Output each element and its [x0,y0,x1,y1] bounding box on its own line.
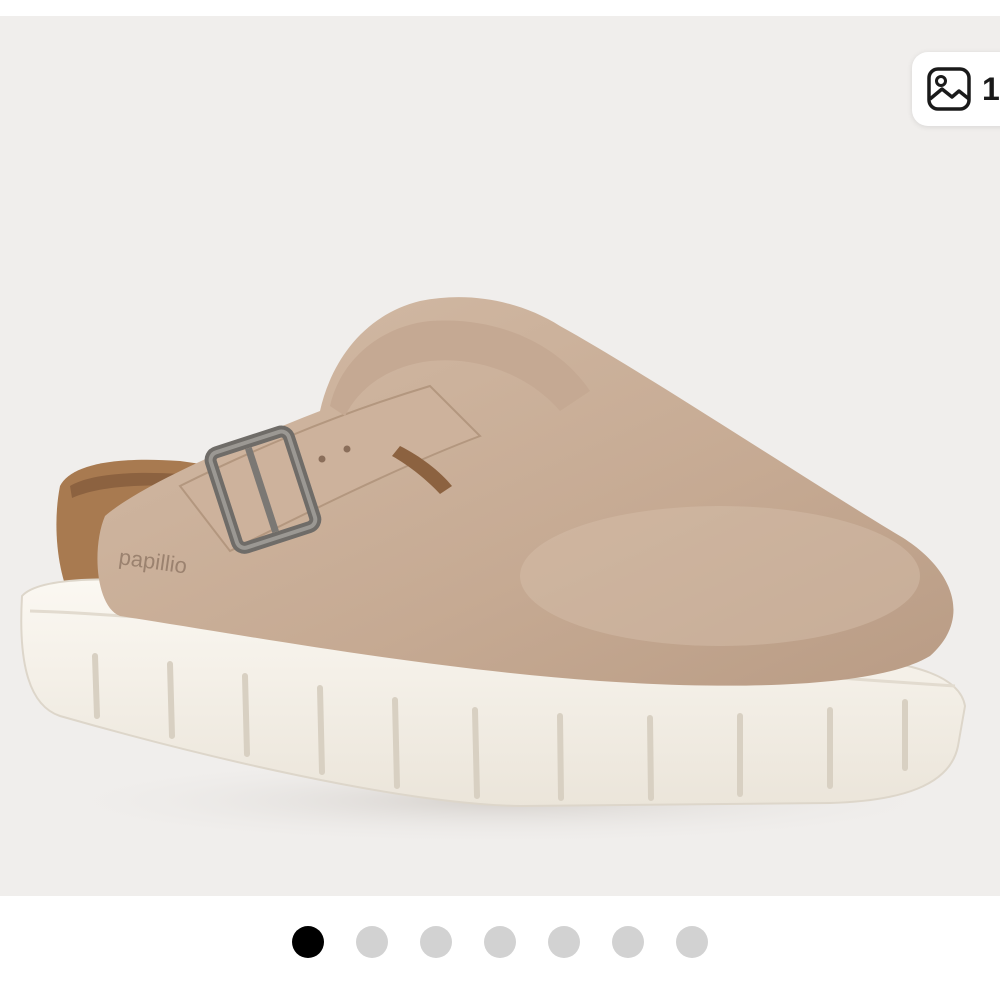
pagination-dot-1[interactable] [292,926,324,958]
photo-count: 1 [982,70,1000,107]
pagination-dots [0,924,1000,960]
photo-counter[interactable]: 1 [912,52,1000,126]
pagination-dot-7[interactable] [676,926,708,958]
image-gallery[interactable]: papillio 1 [0,0,1000,1000]
pagination-dot-6[interactable] [612,926,644,958]
pagination-dot-3[interactable] [420,926,452,958]
image-icon [927,67,971,111]
product-photo[interactable]: papillio [0,16,1000,896]
clog-image: papillio [20,297,970,846]
pagination-dot-4[interactable] [484,926,516,958]
pagination-dot-2[interactable] [356,926,388,958]
pagination-dot-5[interactable] [548,926,580,958]
